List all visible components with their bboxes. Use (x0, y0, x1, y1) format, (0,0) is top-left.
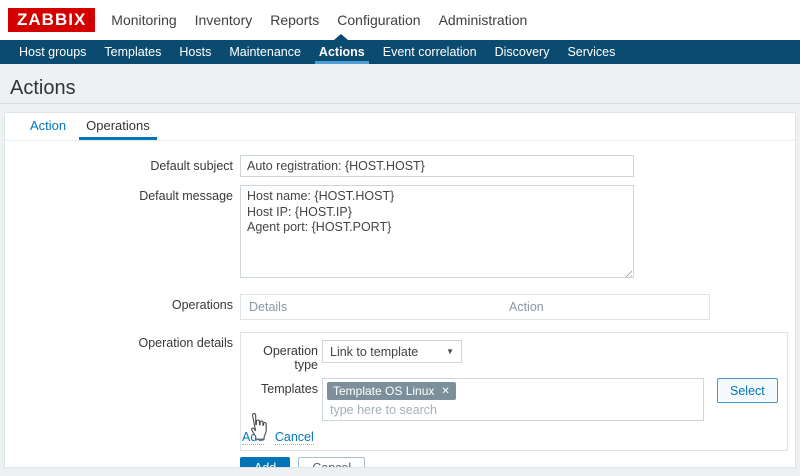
operations-col-details: Details (241, 300, 501, 314)
operation-cancel-link[interactable]: Cancel (275, 430, 314, 445)
operations-label: Operations (5, 294, 240, 312)
operation-add-link[interactable]: Add (242, 430, 264, 445)
chip-remove-icon[interactable]: ✕ (441, 386, 449, 397)
zabbix-logo[interactable]: ZABBIX (8, 8, 95, 32)
cancel-button[interactable]: Cancel (298, 457, 365, 468)
default-subject-label: Default subject (5, 155, 240, 173)
template-chip-label: Template OS Linux (333, 384, 434, 398)
main-nav-reports[interactable]: Reports (261, 12, 328, 28)
operation-type-select[interactable]: Link to template ▼ (322, 340, 462, 363)
sub-nav-hosts[interactable]: Hosts (170, 40, 220, 64)
sub-nav-host-groups[interactable]: Host groups (10, 40, 95, 64)
default-message-label: Default message (5, 185, 240, 203)
templates-row: Templates Template OS Linux ✕ Select (241, 378, 787, 421)
sub-nav: Host groups Templates Hosts Maintenance … (0, 40, 800, 64)
default-subject-row: Default subject (5, 155, 795, 177)
operation-details-box: Operation type Link to template ▼ Templa… (240, 332, 788, 451)
main-nav: Monitoring Inventory Reports Configurati… (102, 12, 536, 28)
templates-select-button[interactable]: Select (717, 378, 778, 403)
top-bar: ZABBIX Monitoring Inventory Reports Conf… (0, 0, 800, 40)
sub-nav-templates[interactable]: Templates (95, 40, 170, 64)
operations-col-action: Action (501, 300, 552, 314)
sub-nav-discovery[interactable]: Discovery (486, 40, 559, 64)
tab-action[interactable]: Action (23, 112, 73, 140)
templates-label: Templates (241, 378, 318, 396)
operation-type-row: Operation type Link to template ▼ (241, 340, 787, 372)
operations-form: Default subject Default message Host nam… (5, 141, 795, 468)
templates-multiselect[interactable]: Template OS Linux ✕ (322, 378, 704, 421)
tab-operations[interactable]: Operations (79, 112, 157, 140)
operation-details-row: Operation details Operation type Link to… (5, 332, 795, 451)
form-buttons-row: Add Cancel (5, 457, 795, 468)
sub-nav-services[interactable]: Services (558, 40, 624, 64)
page-title: Actions (10, 77, 790, 100)
operation-details-label: Operation details (5, 332, 240, 350)
operation-type-label: Operation type (241, 340, 318, 372)
chevron-down-icon: ▼ (446, 347, 454, 356)
add-button[interactable]: Add (240, 457, 290, 468)
buttons-spacer (5, 457, 240, 461)
main-nav-inventory[interactable]: Inventory (186, 12, 262, 28)
default-message-row: Default message Host name: {HOST.HOST} H… (5, 185, 795, 281)
sub-nav-maintenance[interactable]: Maintenance (220, 40, 310, 64)
template-chip: Template OS Linux ✕ (327, 382, 456, 400)
templates-search-input[interactable] (326, 401, 681, 418)
operation-links-row: Add Cancel (241, 429, 787, 444)
sub-nav-event-correlation[interactable]: Event correlation (374, 40, 486, 64)
main-nav-administration[interactable]: Administration (430, 12, 537, 28)
content-panel: Action Operations Default subject Defaul… (4, 112, 796, 468)
operation-type-value: Link to template (330, 345, 418, 359)
default-subject-input[interactable] (240, 155, 634, 177)
operations-row: Operations Details Action (5, 294, 795, 320)
main-nav-configuration[interactable]: Configuration (328, 12, 429, 28)
operations-table: Details Action (240, 294, 710, 320)
tab-bar: Action Operations (5, 113, 795, 141)
main-nav-monitoring[interactable]: Monitoring (102, 12, 185, 28)
sub-nav-actions[interactable]: Actions (310, 40, 374, 64)
default-message-textarea[interactable]: Host name: {HOST.HOST} Host IP: {HOST.IP… (240, 185, 634, 278)
page-header: Actions (0, 64, 800, 104)
